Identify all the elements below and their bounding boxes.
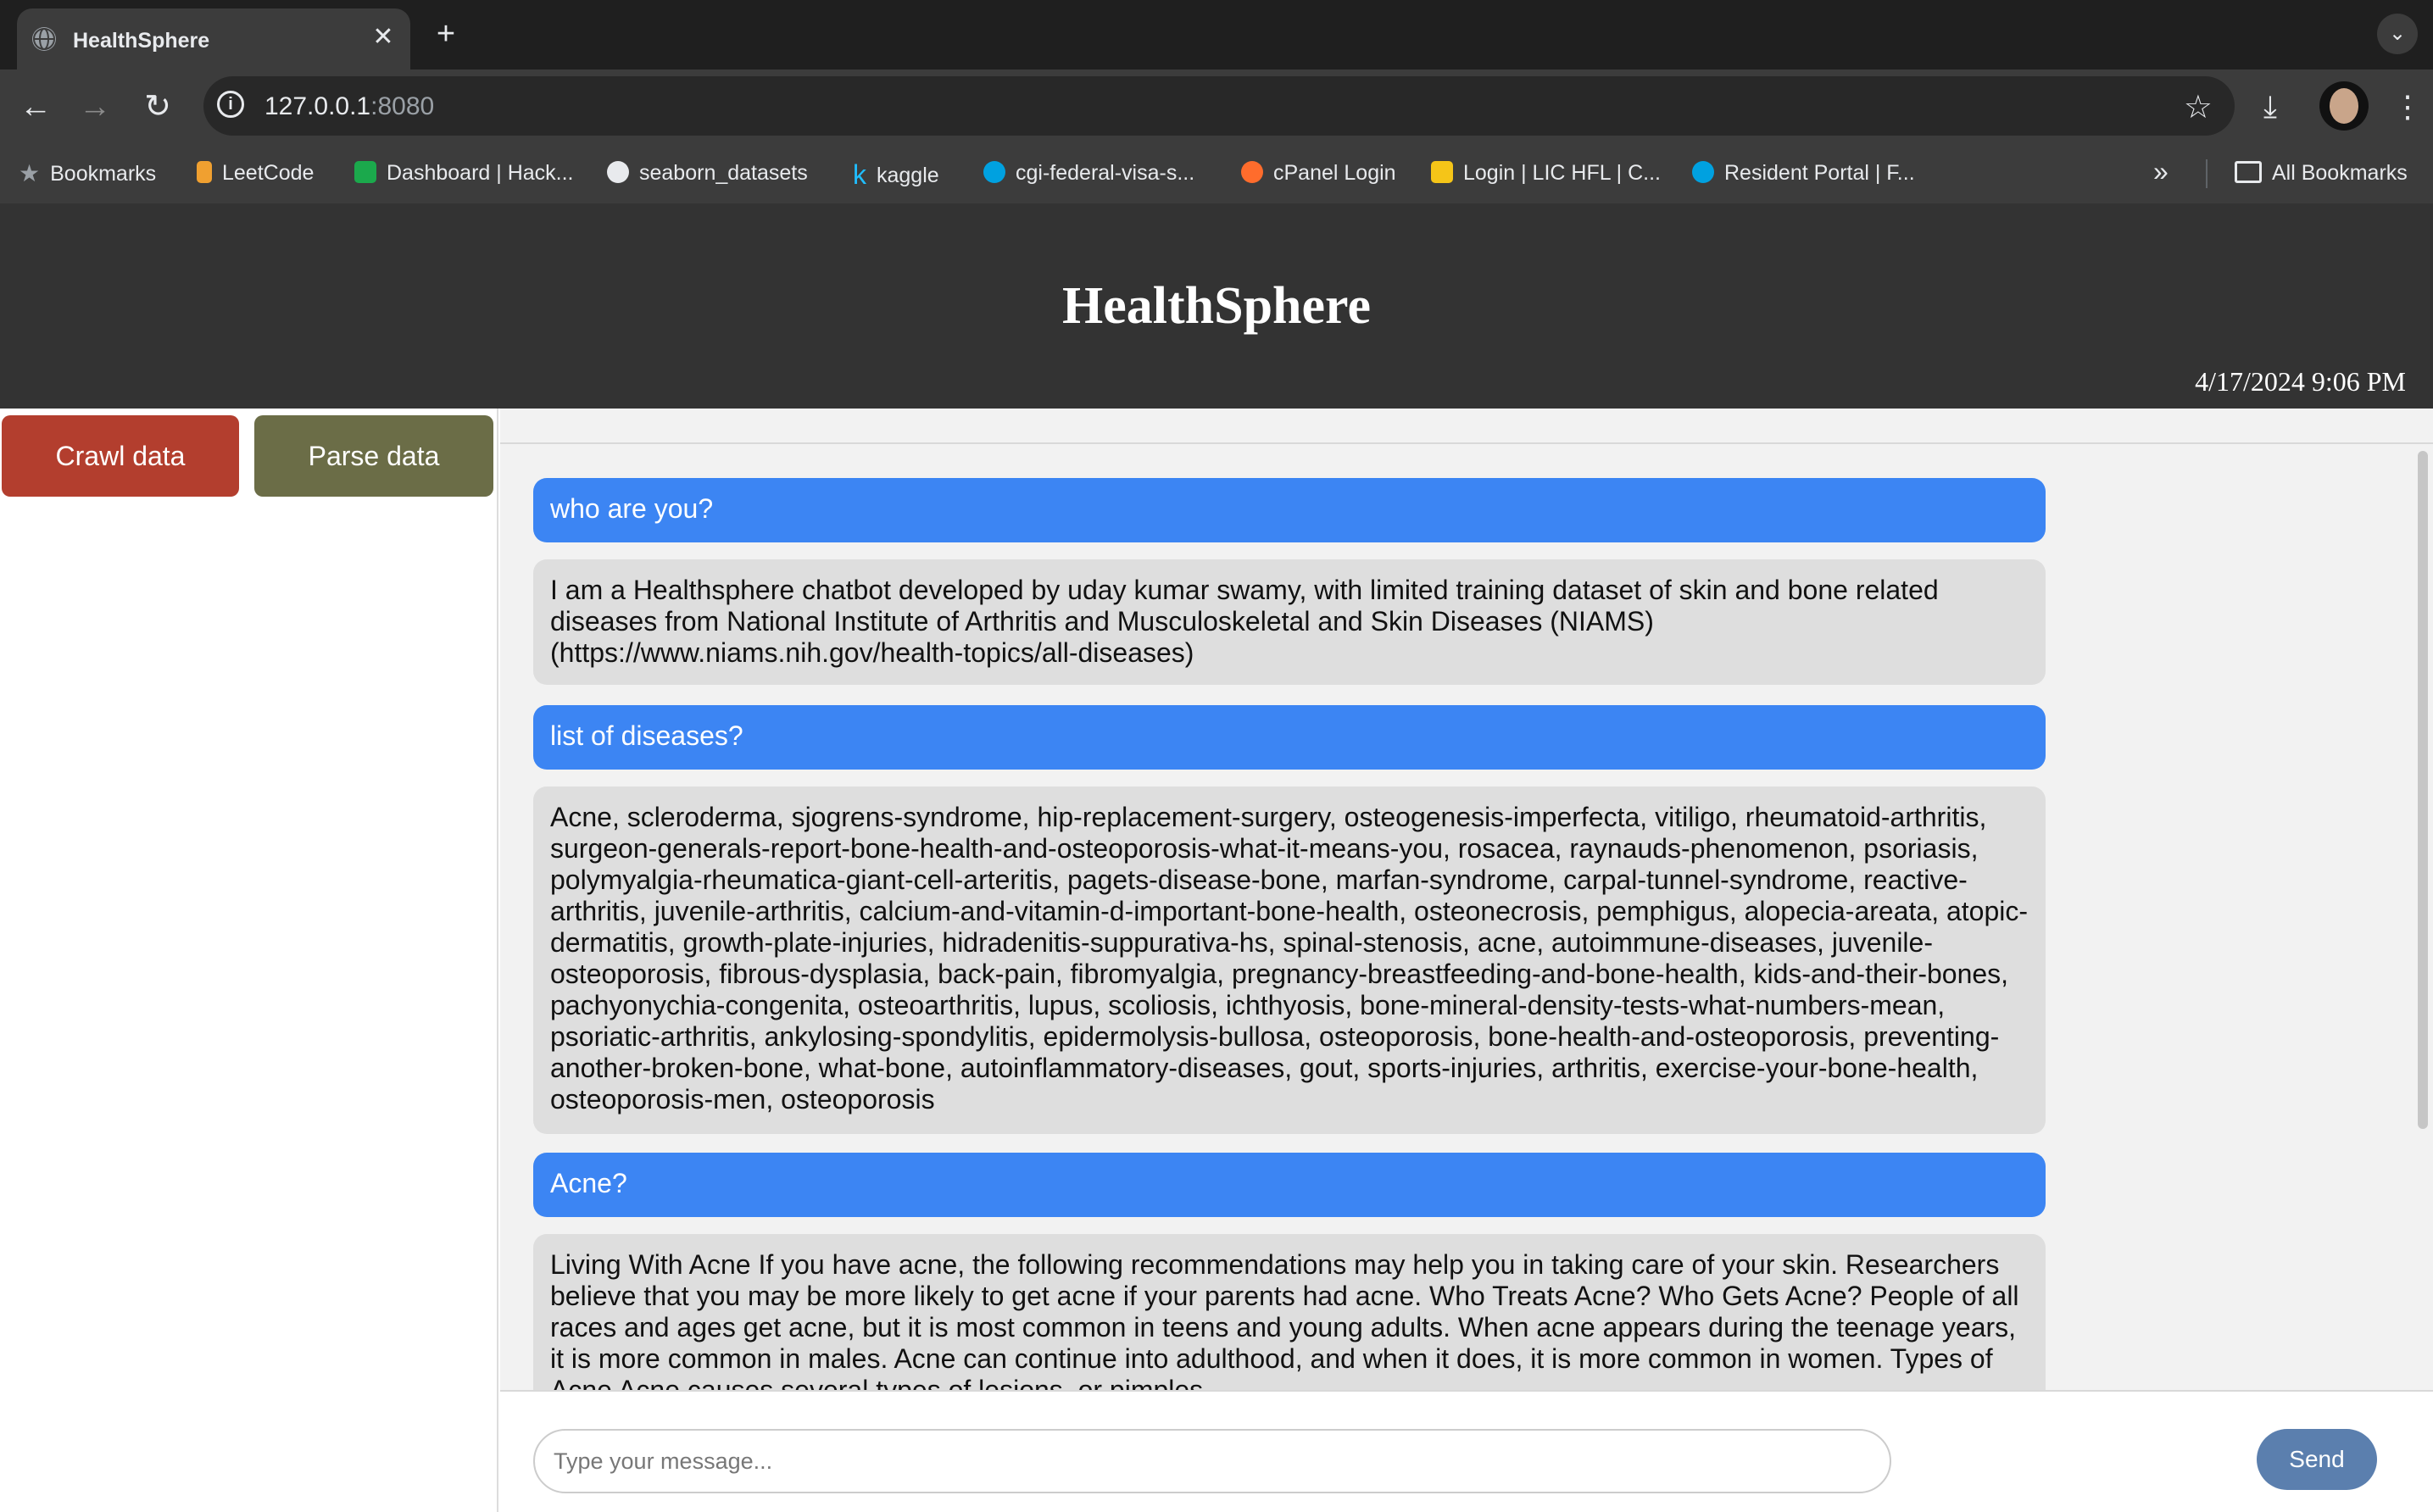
forward-arrow-icon[interactable]: → [76, 88, 114, 125]
cpanel-icon [1241, 161, 1263, 184]
app-title: HealthSphere [1062, 277, 1371, 335]
datetime-display: 4/17/2024 9:06 PM [2195, 366, 2406, 397]
salesforce-cloud-icon [983, 161, 1005, 184]
message-input[interactable] [533, 1429, 1891, 1493]
bookmark-item[interactable]: ★ Bookmarks [19, 160, 156, 189]
address-bar[interactable]: i 127.0.0.1:8080 ☆ [203, 76, 2235, 136]
close-icon[interactable]: ✕ [368, 22, 398, 53]
bookmark-item[interactable]: Resident Portal | F... [1692, 161, 1915, 186]
github-icon [607, 161, 629, 184]
reload-icon[interactable]: ↻ [139, 88, 176, 125]
browser-toolbar: ← → ↻ i 127.0.0.1:8080 ☆ ⤓ ⋮ [0, 69, 2433, 144]
tab-search-icon[interactable]: ⌄ [2377, 14, 2418, 54]
crawl-data-button[interactable]: Crawl data [2, 415, 239, 497]
bot-message: Acne, scleroderma, sjogrens-syndrome, hi… [533, 787, 2046, 1134]
user-message: list of diseases? [533, 705, 2046, 770]
app-header: HealthSphere 4/17/2024 9:06 PM [0, 203, 2433, 409]
hackerrank-icon [354, 161, 376, 184]
bookmark-item[interactable]: cPanel Login [1241, 161, 1396, 186]
parse-data-button[interactable]: Parse data [254, 415, 493, 497]
bookmarks-divider [2206, 159, 2208, 188]
message-input-bar: Send [500, 1390, 2433, 1512]
send-button[interactable]: Send [2257, 1429, 2377, 1490]
chat-messages[interactable]: who are you? I am a Healthsphere chatbot… [500, 446, 2433, 1390]
download-icon[interactable]: ⤓ [2263, 86, 2277, 127]
profile-avatar[interactable] [2319, 81, 2369, 131]
sidebar: Crawl data Parse data [0, 409, 498, 1512]
salesforce-cloud-icon [1692, 161, 1714, 184]
new-tab-button[interactable]: + [429, 17, 463, 51]
bookmark-star-icon[interactable]: ☆ [2184, 88, 2213, 126]
bot-message: I am a Healthsphere chatbot developed by… [533, 559, 2046, 685]
chat-panel: who are you? I am a Healthsphere chatbot… [500, 409, 2433, 1512]
star-icon: ★ [19, 160, 41, 186]
lic-icon [1431, 161, 1453, 184]
browser-menu-icon[interactable]: ⋮ [2392, 86, 2423, 127]
chat-scrollbar[interactable] [2418, 451, 2428, 1129]
bookmarks-bar: ★ Bookmarks LeetCode Dashboard | Hack... … [0, 144, 2433, 203]
user-message: who are you? [533, 478, 2046, 542]
user-message: Acne? [533, 1153, 2046, 1217]
globe-icon [32, 27, 56, 51]
bot-message: Living With Acne If you have acne, the f… [533, 1234, 2046, 1390]
bookmark-item[interactable]: cgi-federal-visa-s... [983, 161, 1194, 186]
bookmark-item[interactable]: k kaggle [853, 159, 939, 192]
tab-title: HealthSphere [73, 29, 210, 53]
url-text: 127.0.0.1:8080 [264, 92, 435, 120]
back-arrow-icon[interactable]: ← [17, 88, 54, 125]
all-bookmarks-button[interactable]: All Bookmarks [2235, 161, 2408, 186]
bookmark-item[interactable]: Login | LIC HFL | C... [1431, 161, 1661, 186]
leetcode-icon [197, 161, 212, 184]
more-bookmarks-icon[interactable]: » [2153, 156, 2169, 187]
bookmark-item[interactable]: seaborn_datasets [607, 161, 808, 186]
folder-icon [2235, 161, 2262, 184]
bookmark-item[interactable]: LeetCode [197, 161, 314, 186]
site-info-icon[interactable]: i [217, 91, 244, 118]
chat-divider [500, 442, 2433, 444]
browser-tab[interactable]: HealthSphere ✕ [17, 8, 410, 69]
browser-tab-strip: HealthSphere ✕ + ⌄ [0, 0, 2433, 69]
kaggle-icon: k [853, 159, 866, 190]
bookmark-item[interactable]: Dashboard | Hack... [354, 161, 573, 186]
